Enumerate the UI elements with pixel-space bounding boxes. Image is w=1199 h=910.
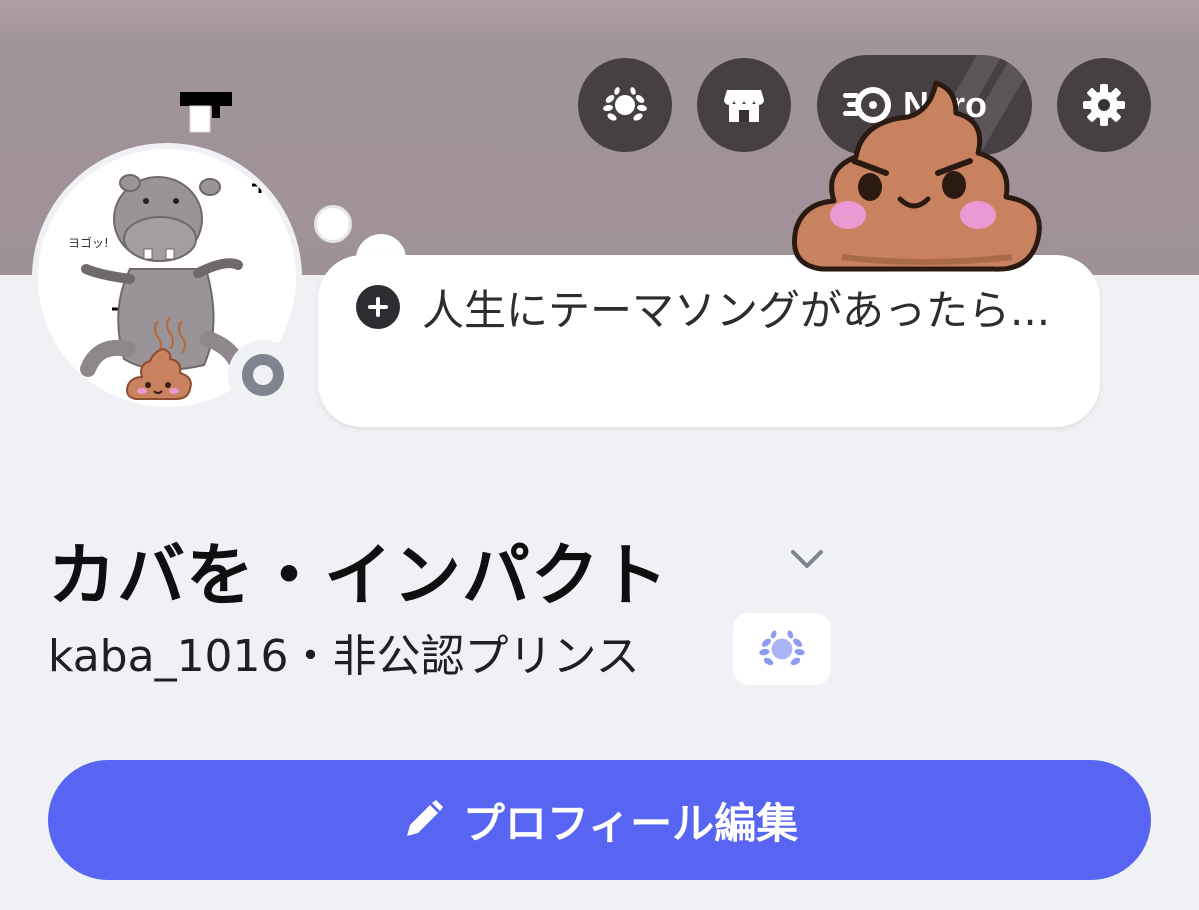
thought-bubble-small: [314, 205, 352, 243]
poop-avatar-decoration: [792, 80, 1042, 272]
gear-icon: [1083, 84, 1125, 126]
edit-profile-button[interactable]: プロフィール編集: [48, 760, 1151, 880]
status-indicator: [228, 340, 298, 410]
shop-button[interactable]: [697, 58, 791, 152]
avatar-decoration-piece: [180, 92, 232, 133]
pencil-icon: [406, 800, 443, 836]
custom-status-note[interactable]: 人生にテーマソングがあったら...: [318, 255, 1100, 427]
settings-button[interactable]: [1057, 58, 1151, 152]
shop-icon: [724, 90, 764, 122]
display-name: カバを・インパクト: [48, 537, 670, 616]
chevron-down-icon[interactable]: [787, 544, 827, 574]
offline-status-icon: [242, 354, 284, 396]
pronouns: 非公認プリンス: [332, 631, 640, 682]
quests-button[interactable]: [578, 58, 672, 152]
laurel-icon: [603, 87, 647, 121]
username: kaba_1016: [48, 631, 289, 682]
note-placeholder: 人生にテーマソングがあったら...: [422, 286, 1051, 335]
quest-badge[interactable]: [733, 613, 831, 685]
separator: ・: [288, 631, 333, 682]
edit-profile-label: プロフィール編集: [462, 798, 799, 848]
username-line: kaba_1016・非公認プリンス: [48, 620, 640, 684]
laurel-badge-icon: [759, 630, 805, 666]
avatar-exclamation: ヨゴッ!: [68, 235, 109, 250]
